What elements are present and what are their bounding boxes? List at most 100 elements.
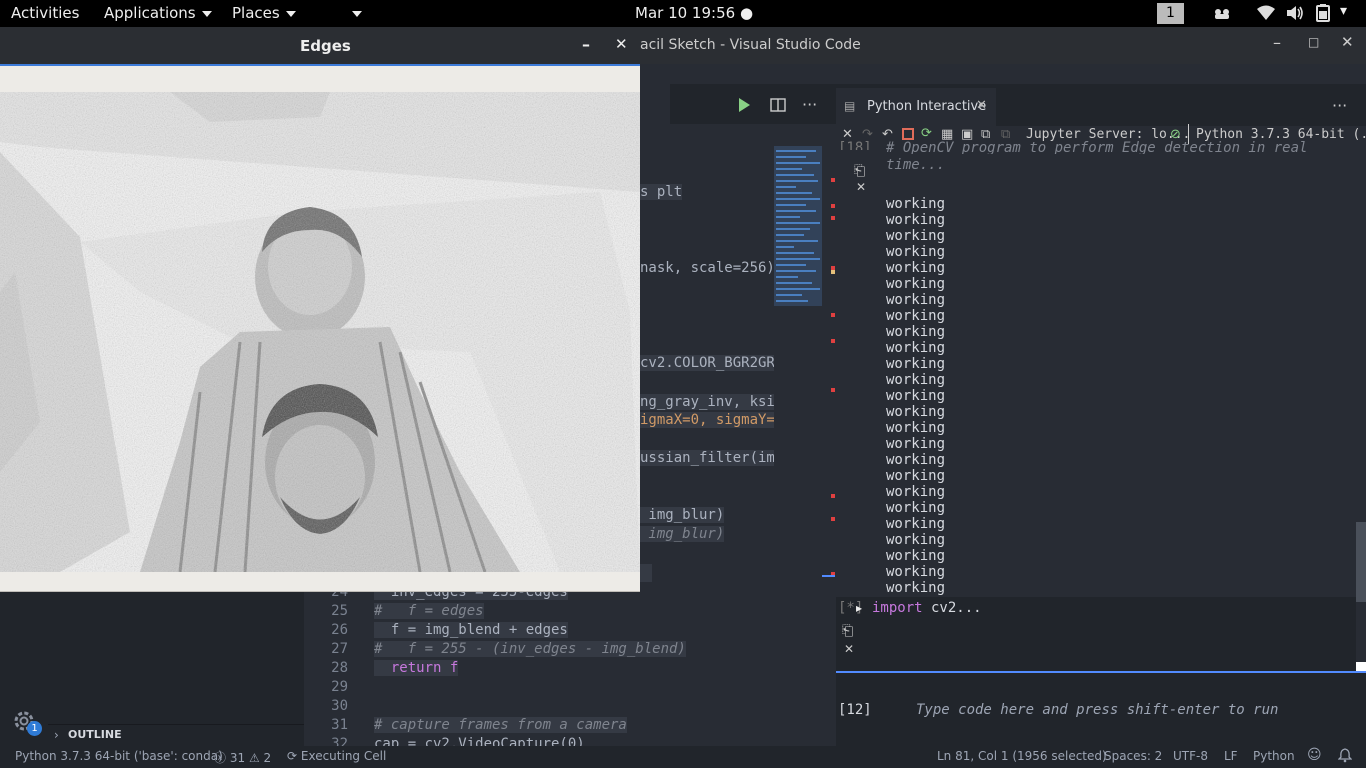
edges-window-titlebar[interactable]: Edges – ✕ xyxy=(0,27,640,64)
cell-code-preview-cont[interactable]: time... xyxy=(886,157,945,173)
expand-cell-icon[interactable]: ▸ xyxy=(856,601,862,615)
maximize-icon[interactable]: □ xyxy=(1308,35,1319,49)
code-fragment[interactable]: img_blur) xyxy=(640,507,725,523)
chevron-down-icon xyxy=(201,10,212,17)
power-menu-icon[interactable]: ▾ xyxy=(1340,3,1347,19)
battery-icon[interactable] xyxy=(1314,3,1332,27)
code-line[interactable]: # f = edges xyxy=(374,603,484,619)
code-fragment[interactable]: ussian_filter(img xyxy=(640,450,784,466)
output-line: working xyxy=(886,324,946,340)
output-line: working xyxy=(886,420,946,436)
code-line[interactable]: # f = 255 - (inv_edges - img_blend) xyxy=(374,641,686,657)
chevron-down-icon xyxy=(352,10,362,17)
feedback-icon[interactable]: ☺ xyxy=(1307,747,1322,763)
code-fragment[interactable]: ng_gray_inv, ksiz xyxy=(640,394,784,410)
code-fragment[interactable]: cv2.COLOR_BGR2GRA xyxy=(640,355,784,371)
cell[interactable]: [*] ▸ import cv2... ⎗ ✕ xyxy=(836,597,1356,662)
code-fragment[interactable]: igmaX=0, sigmaY=0 xyxy=(640,412,784,428)
line-ending[interactable]: LF xyxy=(1224,749,1238,763)
applications-label: Applications xyxy=(104,4,196,22)
cursor-position[interactable]: Ln 81, Col 1 (1956 selected) xyxy=(937,749,1107,763)
problems-indicator[interactable]: ⓧ 31 ⚠ 2 xyxy=(214,749,271,766)
output-line: working xyxy=(886,340,946,356)
split-editor-icon[interactable] xyxy=(770,97,786,117)
warning-count: 2 xyxy=(263,751,272,765)
output-line: working xyxy=(886,404,946,420)
clock[interactable]: Mar 10 19:56 ● xyxy=(635,4,753,22)
indentation[interactable]: Spaces: 2 xyxy=(1104,749,1162,763)
code-fragment[interactable]: img_blur) xyxy=(640,526,725,542)
goto-code-icon[interactable]: ⎗ xyxy=(854,163,865,179)
restart-kernel-icon[interactable]: ⟳ xyxy=(921,126,932,141)
output-line: working xyxy=(886,196,946,212)
applications-menu[interactable]: Applications xyxy=(104,4,212,22)
output-line: working xyxy=(886,548,946,564)
goto-code-icon[interactable]: ⎗ xyxy=(842,623,853,639)
edges-window-toolbar xyxy=(0,64,640,92)
executing-label: Executing Cell xyxy=(300,749,387,763)
code-line[interactable]: cap = cv2.VideoCapture(0) xyxy=(374,736,585,746)
outline-section-header[interactable]: OUTLINE xyxy=(68,728,122,741)
edges-window-title: Edges xyxy=(300,37,351,55)
delete-cell-icon[interactable]: ✕ xyxy=(856,180,866,194)
tab-python-interactive[interactable]: ▤ Python Interactive ✕ xyxy=(836,88,996,126)
error-icon: ⓧ xyxy=(214,751,227,765)
volume-icon[interactable] xyxy=(1285,3,1305,27)
chevron-right-icon[interactable]: › xyxy=(54,728,59,742)
cell-code-preview[interactable]: # OpenCV program to perform Edge detecti… xyxy=(886,140,1307,154)
output-line: working xyxy=(886,468,946,484)
scrollbar-thumb[interactable] xyxy=(1356,522,1366,602)
clock-label: Mar 10 19:56 xyxy=(635,4,736,22)
line-number: 29 xyxy=(331,679,348,695)
output-line: working xyxy=(886,500,946,516)
code-line[interactable]: return f xyxy=(374,660,459,676)
sidebar-divider xyxy=(48,724,304,725)
input-placeholder[interactable]: Type code here and press shift-enter to … xyxy=(916,702,1278,718)
minimize-icon[interactable]: – xyxy=(582,35,590,54)
activities-button[interactable]: Activities xyxy=(11,4,79,22)
panel-indicators-icon[interactable] xyxy=(1212,3,1232,27)
close-window-icon[interactable]: ✕ xyxy=(1341,33,1354,51)
executing-status[interactable]: ⟳ Executing Cell xyxy=(287,749,386,763)
more-actions-icon[interactable]: ··· xyxy=(802,95,817,114)
encoding[interactable]: UTF-8 xyxy=(1173,749,1208,763)
python-interpreter[interactable]: Python 3.7.3 64-bit ('base': conda) xyxy=(15,749,223,763)
interrupt-kernel-icon[interactable] xyxy=(902,128,914,140)
code-fragment[interactable]: s plt xyxy=(640,184,683,200)
output-line: working xyxy=(886,436,946,452)
output-line: working xyxy=(886,292,946,308)
cell-execution-count: [18] xyxy=(838,140,872,150)
line-number: 25 xyxy=(331,603,348,619)
sync-icon: ⟳ xyxy=(287,749,298,763)
output-line: working xyxy=(886,580,946,596)
edge-detection-image xyxy=(0,92,640,572)
delete-cell-icon[interactable]: ✕ xyxy=(844,642,854,656)
notifications-bell-icon[interactable] xyxy=(1337,748,1353,766)
minimize-icon[interactable]: – xyxy=(1273,33,1281,52)
output-line: working xyxy=(886,484,946,500)
output-line: working xyxy=(886,388,946,404)
scroll-corner xyxy=(1356,662,1366,671)
close-window-icon[interactable]: ✕ xyxy=(615,35,628,53)
run-file-icon[interactable] xyxy=(737,97,751,117)
code-line[interactable]: f = img_blend + edges xyxy=(374,622,568,638)
output-line: working xyxy=(886,532,946,548)
output-line: working xyxy=(886,244,946,260)
code-line[interactable]: # capture frames from a camera xyxy=(374,717,627,733)
output-line: working xyxy=(886,452,946,468)
output-line: working xyxy=(886,228,946,244)
places-label: Places xyxy=(232,4,280,22)
app-menu[interactable] xyxy=(346,4,362,22)
status-bar: Python 3.7.3 64-bit ('base': conda) ⓧ 31… xyxy=(0,746,1366,768)
output-line: working xyxy=(886,372,946,388)
more-actions-icon[interactable]: ··· xyxy=(1332,96,1347,115)
wifi-icon[interactable] xyxy=(1256,3,1276,27)
line-number: 31 xyxy=(331,717,348,733)
places-menu[interactable]: Places xyxy=(232,4,296,22)
close-tab-icon[interactable]: ✕ xyxy=(976,98,987,113)
input-cell[interactable]: [12] Type code here and press shift-ente… xyxy=(836,662,1366,746)
workspace-indicator[interactable]: 1 xyxy=(1157,3,1184,24)
language-mode[interactable]: Python xyxy=(1253,749,1295,763)
code-fragment[interactable]: nask, scale=256) xyxy=(640,260,775,276)
cell-code[interactable]: import cv2... xyxy=(872,600,982,616)
